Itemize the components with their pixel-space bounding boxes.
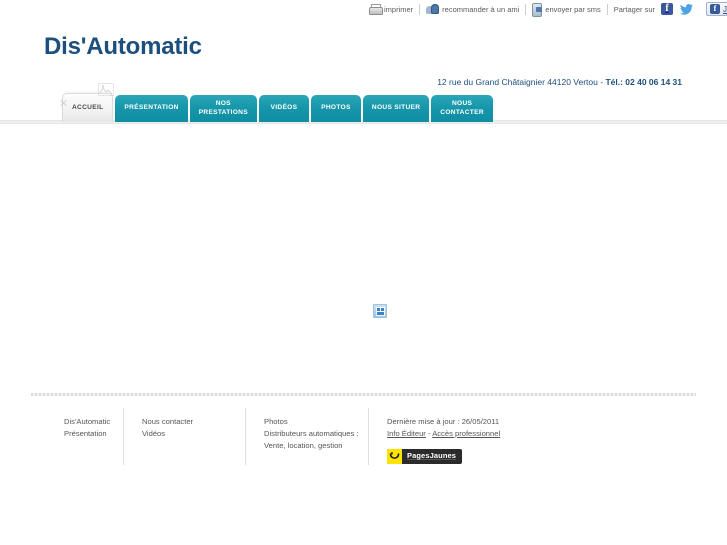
people-icon bbox=[426, 3, 440, 15]
footer-link-nous-contacter[interactable]: Nous contacter bbox=[142, 417, 193, 426]
footer-column-1: Dis'Automatic Présentation bbox=[0, 408, 123, 465]
broken-image-placeholder bbox=[373, 304, 387, 318]
nav-tab-accueil[interactable]: ACCUEIL bbox=[62, 93, 114, 122]
nav-tab-videos[interactable]: VIDÉOS bbox=[258, 95, 309, 122]
footer-column-4: Dernière mise à jour : 26/05/2011 Info É… bbox=[368, 408, 727, 466]
footer-link-info-editeur[interactable]: Info Éditeur bbox=[387, 429, 426, 438]
footer-column-2: Nous contacter Vidéos bbox=[123, 408, 245, 466]
recommend-label: recommander à un ami bbox=[442, 4, 520, 14]
header-telephone: Tél.: 02 40 06 14 31 bbox=[605, 77, 682, 87]
footer-link-presentation[interactable]: Présentation bbox=[64, 429, 107, 438]
header-contact-info: 12 rue du Grand Châtaignier 44120 Vertou… bbox=[437, 77, 682, 87]
footer-link-photos[interactable]: Photos bbox=[264, 417, 288, 426]
share-on-label: Partager sur bbox=[613, 4, 656, 14]
footer-link-videos[interactable]: Vidéos bbox=[142, 429, 165, 438]
broken-image-icon bbox=[98, 83, 114, 96]
share-on-group: Partager sur f bbox=[608, 1, 699, 17]
nav-tab-photos[interactable]: PHOTOS bbox=[310, 95, 361, 122]
nav-tab-presentation[interactable]: PRÉSENTATION bbox=[115, 95, 188, 122]
like-label: J'aime bbox=[723, 4, 727, 14]
footer-last-update: Dernière mise à jour : 26/05/2011 bbox=[387, 417, 500, 426]
main-navigation: ACCUEIL PRÉSENTATION NOS PRESTATIONS VID… bbox=[62, 93, 493, 122]
footer-divider bbox=[31, 393, 696, 396]
pagesjaunes-label: PagesJaunes bbox=[407, 451, 457, 461]
footer-link-acces-professionnel[interactable]: Accès professionnel bbox=[432, 429, 500, 438]
print-label: imprimer bbox=[384, 4, 414, 14]
footer-link-dis-automatic[interactable]: Dis'Automatic bbox=[64, 417, 110, 426]
send-sms-label: envoyer par sms bbox=[545, 4, 601, 14]
recommend-button[interactable]: recommander à un ami bbox=[420, 1, 525, 17]
facebook-icon: f bbox=[710, 4, 721, 14]
footer-column-3: Photos Distributeurs automatiques : Vent… bbox=[245, 408, 368, 466]
twitter-icon bbox=[680, 3, 693, 15]
printer-icon bbox=[369, 3, 383, 15]
page-root: imprimer recommander à un ami envoyer pa… bbox=[0, 0, 727, 545]
facebook-share-button[interactable]: f bbox=[661, 3, 674, 15]
footer-links-row: Info Éditeur - Accès professionnel bbox=[387, 428, 727, 440]
print-button[interactable]: imprimer bbox=[363, 1, 419, 17]
nav-tab-nous-situer[interactable]: NOUS SITUER bbox=[362, 95, 430, 122]
footer-text-vente-location: Vente, location, gestion bbox=[264, 440, 343, 450]
sms-icon bbox=[532, 3, 543, 17]
send-sms-button[interactable]: envoyer par sms bbox=[526, 1, 606, 17]
site-title: Dis'Automatic bbox=[44, 33, 202, 60]
share-toolbar: imprimer recommander à un ami envoyer pa… bbox=[363, 0, 727, 18]
header-address: 12 rue du Grand Châtaignier 44120 Vertou… bbox=[437, 77, 606, 87]
footer-text-distributeurs: Distributeurs automatiques : bbox=[264, 428, 359, 438]
broken-image-icon: ✕ bbox=[59, 98, 69, 110]
twitter-share-button[interactable] bbox=[680, 3, 693, 15]
smiley-icon bbox=[387, 448, 402, 464]
main-content bbox=[0, 126, 727, 388]
nav-tab-nos-prestations[interactable]: NOS PRESTATIONS bbox=[189, 95, 257, 122]
pagesjaunes-logo[interactable]: PagesJaunes bbox=[387, 448, 463, 464]
facebook-icon: f bbox=[661, 3, 674, 15]
site-footer: Dis'Automatic Présentation Nous contacte… bbox=[0, 408, 727, 466]
facebook-like-button[interactable]: f J'aime bbox=[706, 2, 727, 16]
nav-tab-nous-contacter[interactable]: NOUS CONTACTER bbox=[431, 95, 493, 122]
